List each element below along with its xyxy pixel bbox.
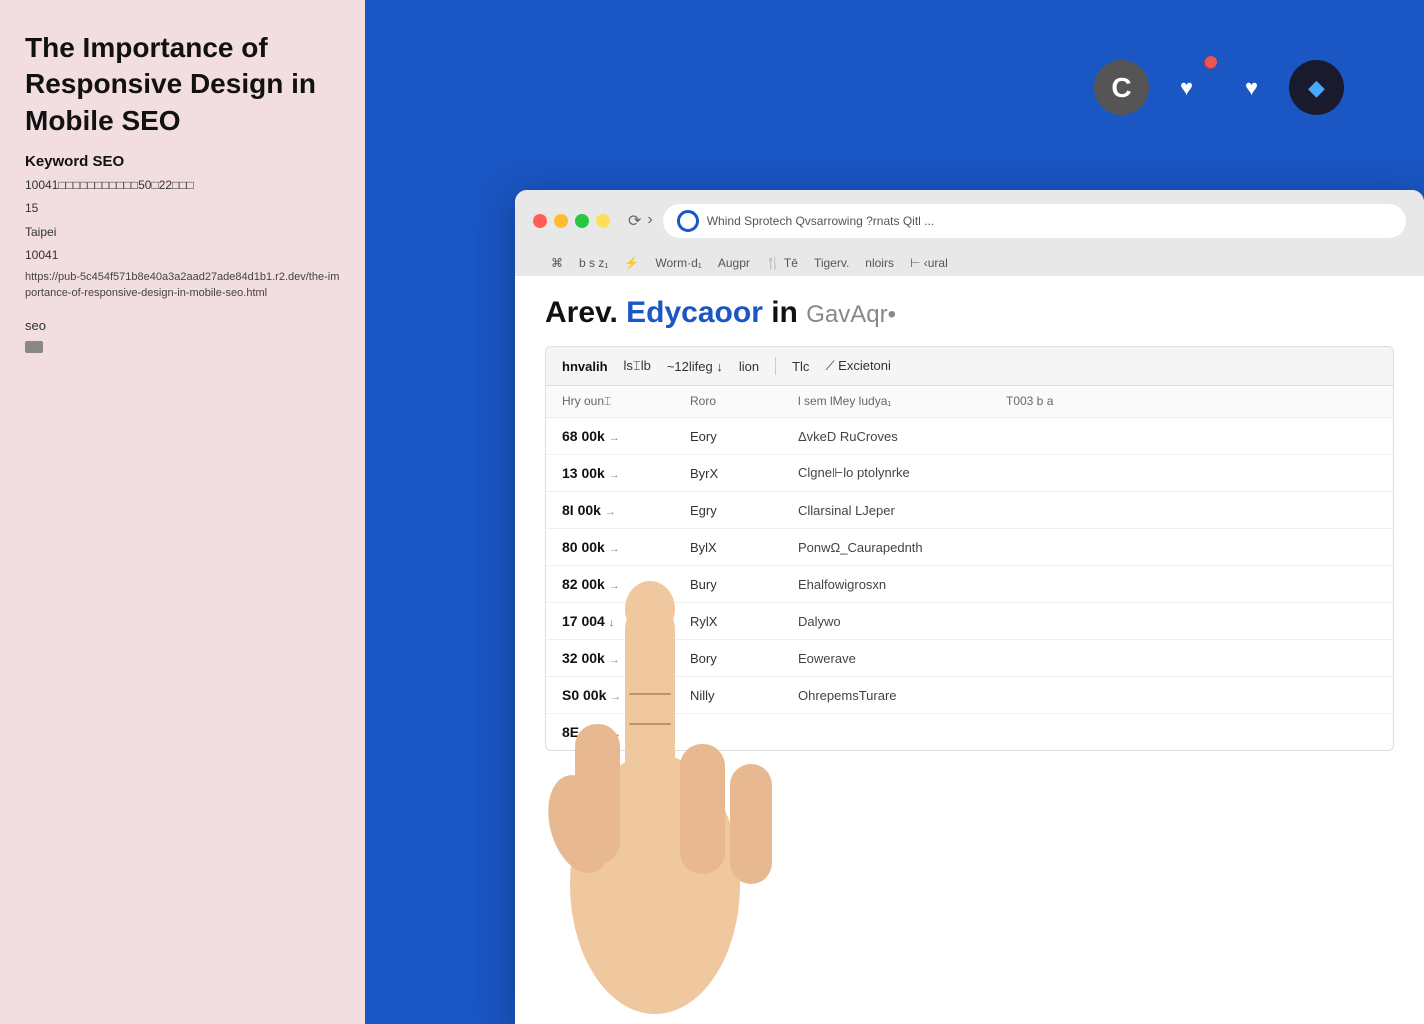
table-row: 8I 00k → Egry Cllarsinal LJeper <box>546 492 1393 529</box>
deco-circle-2: ♥ <box>1159 60 1214 115</box>
table-row: 32 00k → Bory Eowerave <box>546 640 1393 677</box>
nav-buttons: ⟳ › <box>628 211 653 231</box>
title-part2: Edycaoor <box>626 296 763 329</box>
tab-worm[interactable]: Worm·d₁ <box>655 256 702 276</box>
minimize-button[interactable] <box>554 214 568 228</box>
tab-2[interactable]: ⚡ <box>624 256 639 276</box>
rank-8: S0 00k → <box>562 687 682 703</box>
rank-2: 13 00k → <box>562 465 682 481</box>
table-header: hnvalih ls⌶lb ~12lifeg ↓ lion Tlc ⟋ Exci… <box>546 347 1393 386</box>
deco-circle-3: ♥ <box>1224 60 1279 115</box>
sub-header-1: Hry oun⌶ <box>562 394 682 409</box>
col2-6: RylX <box>690 614 790 629</box>
col2-4: BylX <box>690 540 790 555</box>
table-row: 13 00k → ByrX Clgne⊩lo ptolynrke <box>546 455 1393 492</box>
address-text: Whind Sprotech Qvsarrowing ?rnats Qitl .… <box>707 214 934 228</box>
tag-icon <box>25 341 43 353</box>
meta-line4: 10041 <box>25 246 340 265</box>
table-row: 17 004 ↓ RylX Dalywo <box>546 603 1393 640</box>
left-panel: The Importance of Responsive Design in M… <box>0 0 365 1024</box>
table-row: 68 00k → Eory ΔvkeD RuCroves <box>546 418 1393 455</box>
meta-line2: 15 <box>25 199 340 218</box>
col3-4: PonwΩ_Caurapednth <box>798 540 998 555</box>
col3-2: Clgne⊩lo ptolynrke <box>798 465 998 481</box>
col3-7: Eowerave <box>798 651 998 666</box>
col2-3: Egry <box>690 503 790 518</box>
col2-1: Eory <box>690 429 790 444</box>
tab-te[interactable]: 🍴 Tē <box>766 256 798 276</box>
tab-tiger[interactable]: Tigerv. <box>814 256 849 276</box>
tab-augpr[interactable]: Augpr <box>718 256 750 276</box>
table-row: S0 00k → Nilly OhrepemsTurare <box>546 677 1393 714</box>
browser-chrome: ⟳ › Whind Sprotech Qvsarrowing ?rnats Qi… <box>515 190 1424 276</box>
back-icon[interactable]: ⟳ <box>628 211 641 231</box>
sub-header-4: T003 b a <box>1006 394 1126 409</box>
header-12lifeg[interactable]: ~12lifeg ↓ <box>667 359 723 374</box>
address-bar[interactable]: Whind Sprotech Qvsarrowing ?rnats Qitl .… <box>663 204 1406 238</box>
col3-1: ΔvkeD RuCroves <box>798 429 998 444</box>
table-row: 8E 00k → <box>546 714 1393 750</box>
header-excietoni[interactable]: ⟋ Excietoni <box>825 358 890 374</box>
deco-circle-1: C <box>1094 60 1149 115</box>
col2-8: Nilly <box>690 688 790 703</box>
data-table: hnvalih ls⌶lb ~12lifeg ↓ lion Tlc ⟋ Exci… <box>545 346 1394 751</box>
deco-circle-4: ◆ <box>1289 60 1344 115</box>
sub-header-3: l sem lMey ludya₁ <box>798 394 998 409</box>
rank-7: 32 00k → <box>562 650 682 666</box>
sub-header-5 <box>1134 394 1234 409</box>
meta-line3: Taipei <box>25 223 340 242</box>
browser-window: ⟳ › Whind Sprotech Qvsarrowing ?rnats Qi… <box>515 190 1424 1024</box>
tab-1[interactable]: b s z₁ <box>579 256 608 276</box>
meta-line1: 10041□□□□□□□□□□□50□22□□□ <box>25 176 340 195</box>
header-lstb[interactable]: ls⌶lb <box>624 358 651 374</box>
content-title: Arev. Edycaoor in GavAqr• <box>545 296 1394 330</box>
sub-header-2: Roro <box>690 394 790 409</box>
browser-tabs-bar: ⌘ b s z₁ ⚡ Worm·d₁ Augpr 🍴 Tē Tigerv. nl… <box>533 248 1406 276</box>
col3-6: Dalywo <box>798 614 998 629</box>
title-part1: Arev. <box>545 296 626 329</box>
tag-icon-square <box>25 339 340 354</box>
close-button[interactable] <box>533 214 547 228</box>
col3-8: OhrepemsTurare <box>798 688 998 703</box>
table-sub-header: Hry oun⌶ Roro l sem lMey ludya₁ T003 b a <box>546 386 1393 418</box>
tab-0[interactable]: ⌘ <box>551 256 563 276</box>
col2-5: Bury <box>690 577 790 592</box>
article-title: The Importance of Responsive Design in M… <box>25 30 340 139</box>
tab-nloirs[interactable]: nloirs <box>865 256 894 276</box>
col3-3: Cllarsinal LJeper <box>798 503 998 518</box>
table-row: 82 00k → Bury Ehalfowigrosxn <box>546 566 1393 603</box>
rank-4: 80 00k → <box>562 539 682 555</box>
browser-content: Arev. Edycaoor in GavAqr• hnvalih ls⌶lb … <box>515 276 1424 771</box>
tag-seo: seo <box>25 318 340 333</box>
header-lion[interactable]: lion <box>739 359 759 374</box>
keyword-label: Keyword SEO <box>25 153 340 170</box>
title-part4: GavAqr• <box>806 301 896 328</box>
col2-7: Bory <box>690 651 790 666</box>
header-divider <box>775 357 776 375</box>
right-panel: C ♥ ♥ ◆ ⟳ › <box>365 0 1424 1024</box>
tab-ural[interactable]: ⊢ ‹ural <box>910 256 948 276</box>
browser-controls: ⟳ › Whind Sprotech Qvsarrowing ?rnats Qi… <box>533 204 1406 238</box>
col3-5: Ehalfowigrosxn <box>798 577 998 592</box>
rank-3: 8I 00k → <box>562 502 682 518</box>
title-part3: in <box>763 296 806 329</box>
browser-icon <box>677 210 699 232</box>
article-url: https://pub-5c454f571b8e40a3a2aad27ade84… <box>25 269 340 302</box>
table-row: 80 00k → BylX PonwΩ_Caurapednth <box>546 529 1393 566</box>
extra-button[interactable] <box>596 214 610 228</box>
header-tlc[interactable]: Tlc <box>792 359 809 374</box>
maximize-button[interactable] <box>575 214 589 228</box>
top-decoration: C ♥ ♥ ◆ <box>1094 60 1344 115</box>
rank-1: 68 00k → <box>562 428 682 444</box>
rank-9: 8E 00k → <box>562 724 682 740</box>
col2-2: ByrX <box>690 466 790 481</box>
rank-5: 82 00k → <box>562 576 682 592</box>
traffic-lights <box>533 214 610 228</box>
forward-icon[interactable]: › <box>647 211 652 231</box>
rank-6: 17 004 ↓ <box>562 613 682 629</box>
notification-dot <box>1204 57 1216 69</box>
header-hnvalih[interactable]: hnvalih <box>562 359 608 374</box>
